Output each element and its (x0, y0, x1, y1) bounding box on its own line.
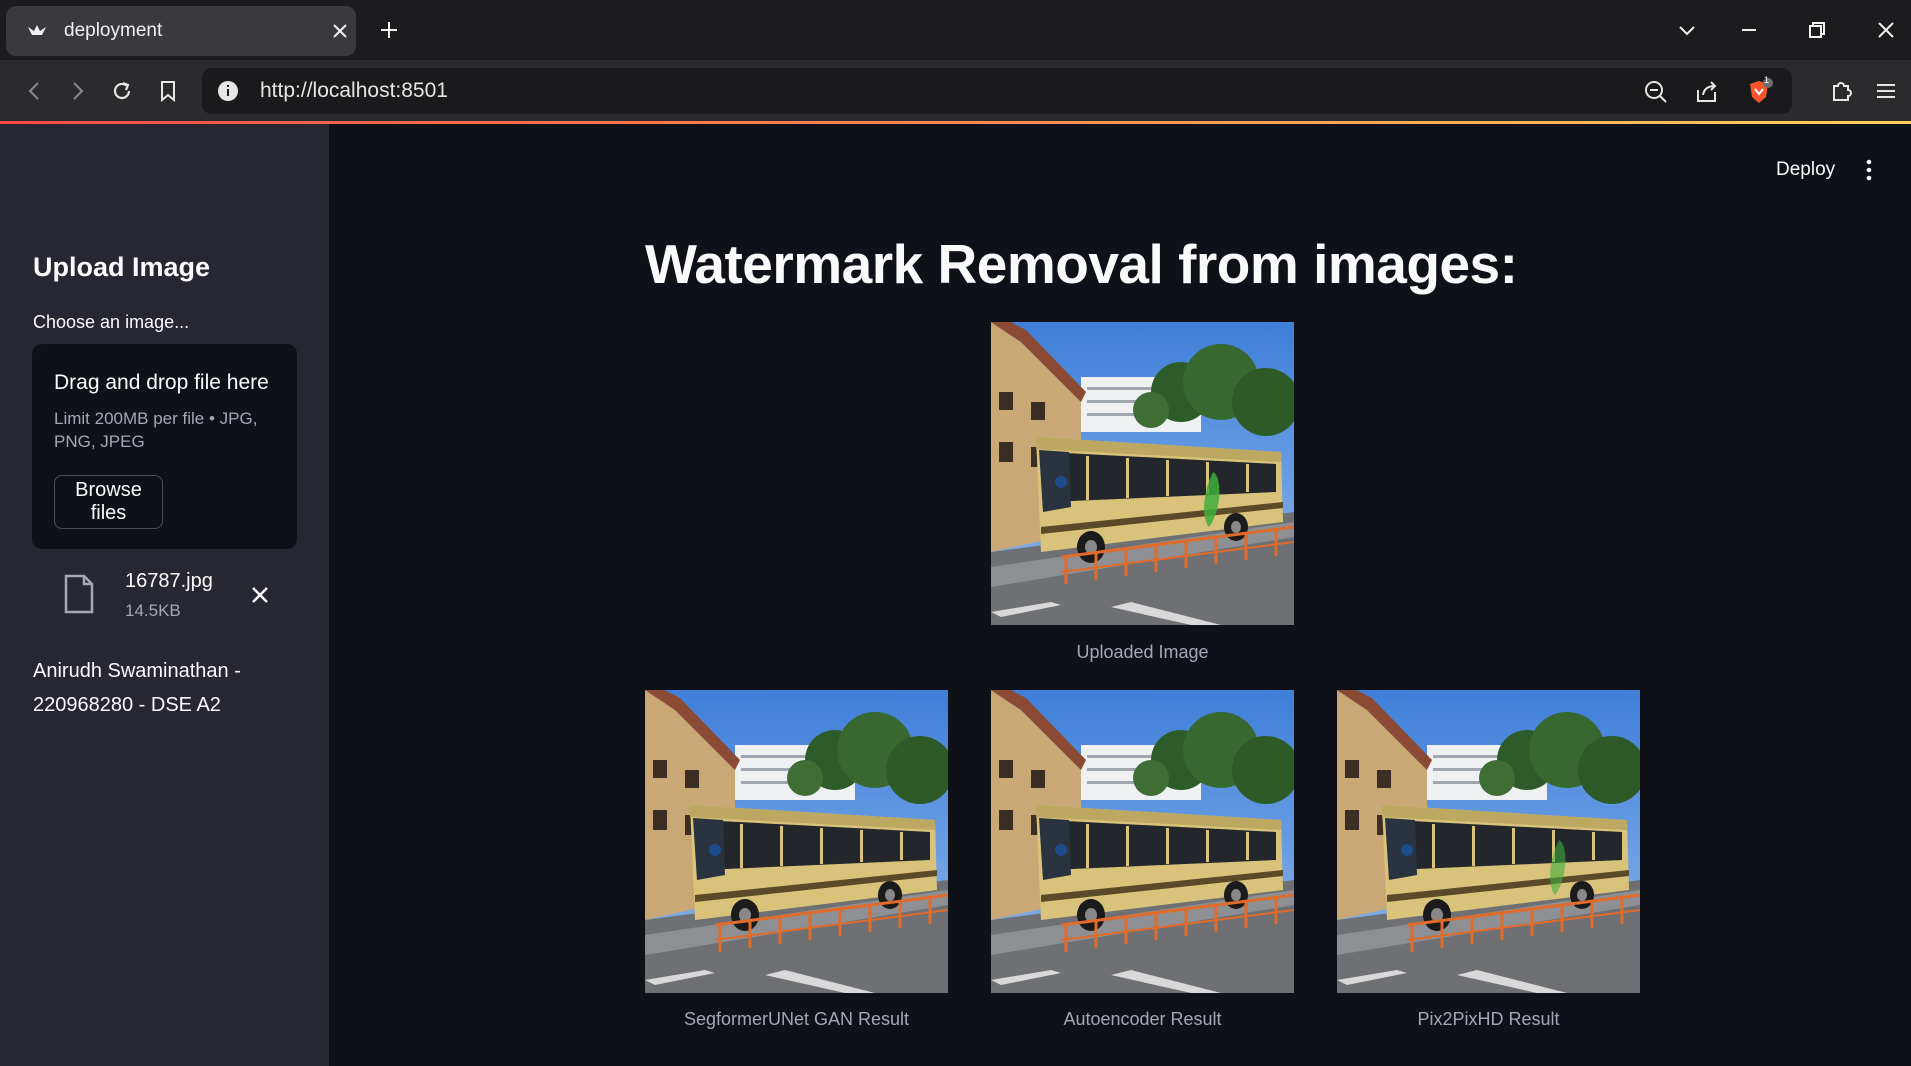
bus-photo (991, 322, 1294, 625)
browser-tab[interactable]: deployment (6, 6, 356, 56)
back-arrow-icon[interactable] (20, 76, 50, 106)
extensions-puzzle-icon[interactable] (1826, 76, 1856, 106)
segformerunet-result-caption: SegformerUNet GAN Result (683, 1009, 910, 1029)
share-icon[interactable] (1693, 78, 1721, 106)
tab-list-chevron-icon[interactable] (1674, 17, 1700, 43)
sidebar-header: Upload Image (33, 252, 211, 282)
minimize-icon[interactable] (1736, 17, 1762, 43)
bus-photo (645, 690, 948, 993)
sidebar-content: Upload Image Choose an image... Drag and… (0, 124, 329, 1066)
bus-photo (1337, 690, 1640, 993)
autoencoder-result-caption: Autoencoder Result (1063, 1009, 1222, 1029)
tab-title: deployment (64, 20, 163, 41)
close-tab-icon[interactable] (328, 19, 352, 43)
uploader-label: Choose an image... (33, 312, 190, 332)
restore-icon[interactable] (1804, 17, 1830, 43)
forward-arrow-icon[interactable] (62, 76, 92, 106)
page-title: Watermark Removal from images: (645, 233, 1518, 295)
browse-files-button[interactable]: Browse files (54, 475, 163, 529)
streamlit-crown-icon (28, 25, 46, 35)
file-dropzone[interactable]: Drag and drop file here Limit 200MB per … (32, 344, 297, 549)
shield-badge-count: 1 (1764, 75, 1770, 85)
menu-hamburger-icon[interactable] (1871, 76, 1901, 106)
pix2pixhd-result-image (1337, 690, 1640, 993)
browser-toolbar: http://localhost:8501 1 (0, 60, 1911, 122)
remove-file-icon[interactable] (248, 583, 272, 607)
bus-photo (991, 690, 1294, 993)
browser-tab-bar: deployment (0, 0, 1911, 60)
uploaded-image (991, 322, 1294, 625)
uploaded-image-caption: Uploaded Image (1076, 642, 1209, 662)
bookmark-icon[interactable] (153, 76, 183, 106)
uploaded-file-row: 16787.jpg 14.5KB (32, 564, 297, 644)
dropzone-title: Drag and drop file here (54, 371, 269, 394)
address-bar[interactable]: http://localhost:8501 1 (202, 68, 1792, 114)
author-info: Anirudh Swaminathan - 220968280 - DSE A2 (33, 660, 241, 716)
zoom-out-icon[interactable] (1642, 78, 1670, 106)
site-info-icon[interactable] (216, 79, 240, 103)
main-menu-kebab-icon[interactable] (1858, 157, 1880, 183)
url-text[interactable]: http://localhost:8501 (260, 79, 448, 103)
uploaded-file-size: 14.5KB (125, 601, 181, 620)
reload-icon[interactable] (107, 76, 137, 106)
segformerunet-result-image (645, 690, 948, 993)
pix2pixhd-result-caption: Pix2PixHD Result (1417, 1009, 1560, 1029)
new-tab-plus-icon[interactable] (376, 17, 402, 43)
autoencoder-result-image (991, 690, 1294, 993)
deploy-button[interactable]: Deploy (1776, 159, 1835, 181)
uploaded-file-name: 16787.jpg (125, 570, 213, 592)
close-window-icon[interactable] (1873, 17, 1899, 43)
file-icon (64, 574, 94, 614)
dropzone-limit: Limit 200MB per file • JPG, PNG, JPEG (54, 409, 258, 451)
